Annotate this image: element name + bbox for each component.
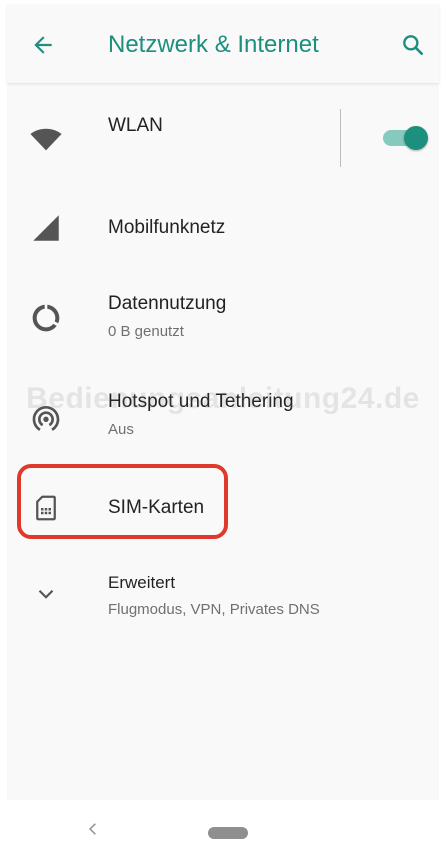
page-title: Netzwerk & Internet bbox=[108, 31, 319, 58]
settings-item-label: Mobilfunknetz bbox=[108, 217, 226, 238]
arrow-left-icon bbox=[30, 32, 56, 63]
toggle-thumb bbox=[404, 126, 428, 150]
settings-item-summary: Flugmodus, VPN, Privates DNS bbox=[108, 601, 320, 618]
navigation-bar bbox=[0, 800, 446, 858]
cellular-signal-icon bbox=[29, 211, 63, 245]
settings-item-datennutzung[interactable]: Datennutzung 0 B genutzt bbox=[7, 283, 439, 363]
back-button[interactable] bbox=[23, 27, 63, 67]
settings-item-erweitert[interactable]: Erweitert Flugmodus, VPN, Privates DNS bbox=[7, 561, 439, 641]
chevron-down-icon bbox=[29, 577, 63, 611]
home-pill-icon[interactable] bbox=[208, 827, 248, 839]
search-icon bbox=[400, 32, 426, 63]
toggle-divider bbox=[340, 109, 341, 167]
wlan-toggle[interactable] bbox=[381, 123, 431, 153]
watermark-text: Bedienungsanleitung24.de bbox=[26, 382, 420, 415]
settings-item-label: Datennutzung bbox=[108, 293, 227, 314]
search-button[interactable] bbox=[393, 27, 433, 67]
wifi-icon bbox=[29, 122, 63, 156]
nav-back-icon[interactable] bbox=[80, 816, 106, 842]
phone-frame: Netzwerk & Internet WLAN Mobilfunknetz D… bbox=[0, 0, 446, 858]
settings-item-wlan[interactable]: WLAN bbox=[7, 97, 439, 179]
settings-item-label: WLAN bbox=[108, 115, 163, 136]
data-usage-icon bbox=[29, 301, 63, 335]
settings-item-summary: Aus bbox=[108, 421, 134, 438]
settings-item-mobilfunknetz[interactable]: Mobilfunknetz bbox=[7, 195, 439, 267]
highlight-box bbox=[17, 464, 228, 539]
app-bar: Netzwerk & Internet bbox=[7, 5, 439, 83]
settings-item-label: Erweitert bbox=[108, 573, 176, 592]
settings-item-summary: 0 B genutzt bbox=[108, 323, 184, 340]
